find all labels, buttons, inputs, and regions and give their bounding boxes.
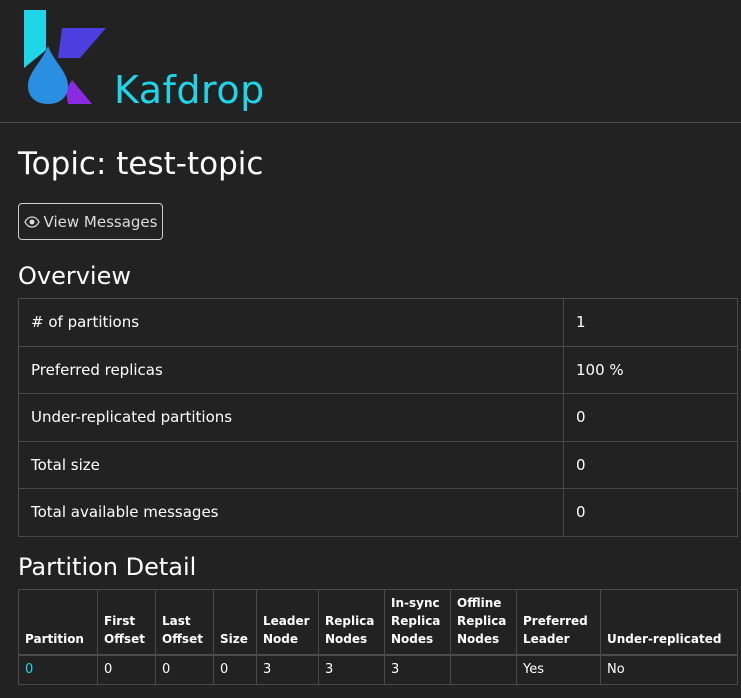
overview-label: # of partitions: [18, 298, 564, 347]
partition-detail-table: Partition First Offset Last Offset Size …: [18, 589, 738, 685]
header-insync-replica-nodes: In-sync Replica Nodes: [384, 589, 451, 655]
overview-table: # of partitions 1 Preferred replicas 100…: [18, 298, 738, 537]
header-offline-replica-nodes: Offline Replica Nodes: [450, 589, 517, 655]
header-under-replicated: Under-replicated: [600, 589, 738, 655]
eye-icon: [23, 215, 40, 228]
header-leader-node: Leader Node: [256, 589, 319, 655]
view-messages-button[interactable]: View Messages: [18, 203, 163, 240]
partition-link[interactable]: 0: [25, 662, 33, 677]
cell-size: 0: [213, 653, 257, 685]
cell-last-offset: 0: [155, 653, 214, 685]
cell-preferred-leader: Yes: [516, 653, 601, 685]
overview-value: 100 %: [563, 345, 738, 394]
cell-partition[interactable]: 0: [18, 653, 98, 685]
page-title: Topic: test-topic: [18, 146, 264, 182]
kafdrop-logo-icon[interactable]: [22, 10, 108, 106]
overview-label: Preferred replicas: [18, 345, 564, 394]
cell-under-replicated: No: [600, 653, 738, 685]
header-replica-nodes: Replica Nodes: [318, 589, 385, 655]
header-last-offset: Last Offset: [155, 589, 214, 655]
cell-first-offset: 0: [97, 653, 156, 685]
cell-replica-nodes: 3: [318, 653, 385, 685]
overview-value: 1: [563, 298, 738, 347]
header-size: Size: [213, 589, 257, 655]
overview-label: Total available messages: [18, 488, 564, 537]
table-row: # of partitions 1: [18, 298, 738, 347]
view-messages-label: View Messages: [43, 212, 158, 231]
overview-value: 0: [563, 440, 738, 489]
overview-title: Overview: [18, 262, 131, 290]
overview-label: Total size: [18, 440, 564, 489]
table-header-row: Partition First Offset Last Offset Size …: [18, 589, 738, 655]
header-partition: Partition: [18, 589, 98, 655]
header-preferred-leader: Preferred Leader: [516, 589, 601, 655]
table-row: Total available messages 0: [18, 488, 738, 537]
table-row: Under-replicated partitions 0: [18, 393, 738, 442]
header-first-offset: First Offset: [97, 589, 156, 655]
brand-name[interactable]: Kafdrop: [114, 68, 265, 112]
overview-value: 0: [563, 393, 738, 442]
overview-label: Under-replicated partitions: [18, 393, 564, 442]
partition-detail-title: Partition Detail: [18, 553, 197, 581]
cell-insync-replica-nodes: 3: [384, 653, 451, 685]
table-row: Total size 0: [18, 440, 738, 489]
table-row: 0 0 0 0 3 3 3 Yes No: [18, 653, 738, 685]
table-row: Preferred replicas 100 %: [18, 345, 738, 394]
cell-offline-replica-nodes: [450, 653, 517, 685]
overview-value: 0: [563, 488, 738, 537]
cell-leader-node: 3: [256, 653, 319, 685]
app-header: Kafdrop: [0, 0, 741, 123]
